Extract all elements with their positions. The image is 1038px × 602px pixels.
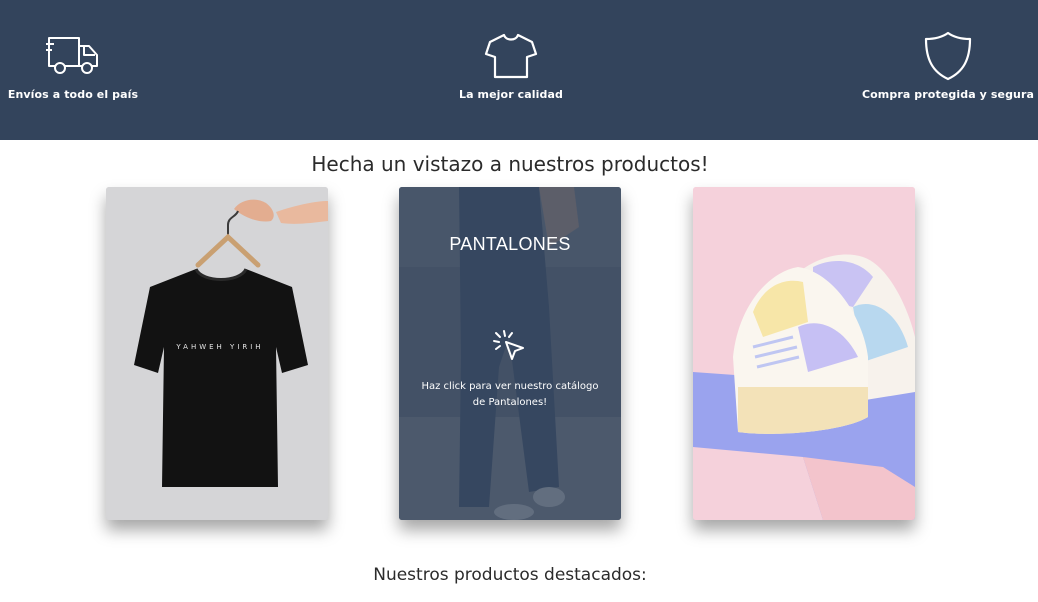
pantalones-title: PANTALONES <box>449 234 571 254</box>
feature-secure-label: Compra protegida y segura <box>861 88 1035 101</box>
sneakers-photo <box>693 187 915 520</box>
feature-shipping: Envíos a todo el país <box>0 30 183 101</box>
truck-icon <box>46 37 98 74</box>
pantalones-description: Haz click para ver nuestro catálogo de P… <box>421 381 599 408</box>
feature-quality-label: La mejor calidad <box>458 88 564 101</box>
pantalones-overlay[interactable]: PANTALONES Haz click para ver nuestro ca… <box>399 187 621 520</box>
tshirt-print-text: YAHWEH YIRIH <box>175 343 263 351</box>
feature-secure: Compra protegida y segura <box>838 30 1038 101</box>
tshirt-icon <box>484 33 538 79</box>
product-card-camisetas[interactable]: YAHWEH YIRIH <box>106 187 328 520</box>
shield-icon <box>924 31 972 81</box>
products-section-title: Hecha un vistazo a nuestros productos! <box>311 152 709 176</box>
product-card-zapatillas[interactable] <box>693 187 915 520</box>
tshirt-photo: YAHWEH YIRIH <box>106 187 328 520</box>
feature-quality: La mejor calidad <box>401 30 621 101</box>
features-banner: Envíos a todo el país La mejor calidad C… <box>0 0 1038 140</box>
product-card-pantalones[interactable]: PANTALONES Haz click para ver nuestro ca… <box>399 187 621 520</box>
click-cursor-icon <box>493 330 524 360</box>
feature-shipping-label: Envíos a todo el país <box>7 88 139 101</box>
featured-section-title: Nuestros productos destacados: <box>373 565 647 585</box>
